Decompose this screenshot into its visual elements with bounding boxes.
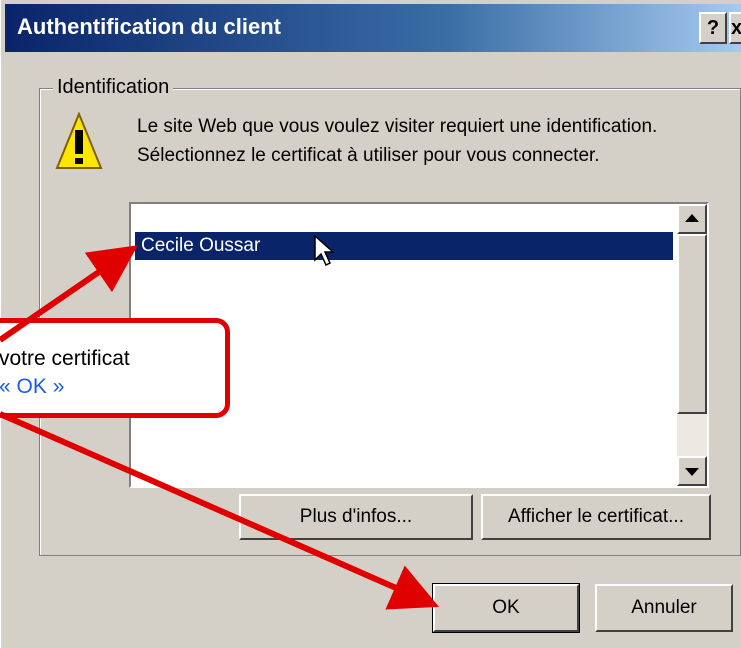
arrow-to-certificate — [0, 245, 138, 343]
annotation-arrows — [0, 245, 439, 610]
arrow-to-ok-button — [0, 411, 439, 610]
